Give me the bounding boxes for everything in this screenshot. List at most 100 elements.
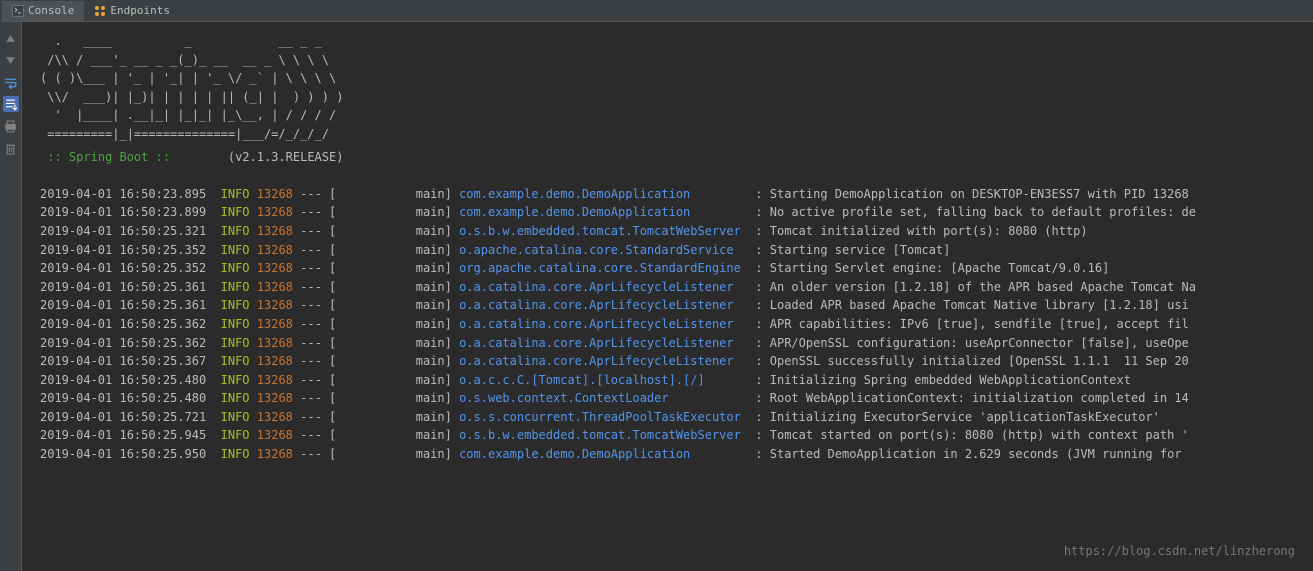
wrap-lines-icon[interactable] (3, 74, 19, 90)
print-icon[interactable] (3, 118, 19, 134)
log-level: INFO (221, 352, 250, 371)
scroll-to-end-icon[interactable] (3, 96, 19, 112)
log-separator: --- [ (293, 352, 416, 371)
log-timestamp: 2019-04-01 16:50:25.361 (40, 296, 206, 315)
log-separator: --- [ (293, 296, 416, 315)
log-logger: o.a.catalina.core.AprLifecycleListener (459, 352, 748, 371)
tab-endpoints-label: Endpoints (110, 4, 170, 17)
spring-boot-version: (v2.1.3.RELEASE) (228, 148, 344, 167)
scroll-up-icon[interactable] (3, 30, 19, 46)
log-message: Started DemoApplication in 2.629 seconds… (770, 445, 1189, 464)
log-logger: org.apache.catalina.core.StandardEngine (459, 259, 748, 278)
log-line: 2019-04-01 16:50:25.362 INFO 13268 --- [… (40, 334, 1303, 353)
log-message: OpenSSL successfully initialized [OpenSS… (770, 352, 1189, 371)
log-logger: o.a.catalina.core.AprLifecycleListener (459, 296, 748, 315)
spring-banner-ascii: . ____ _ __ _ _ /\\ / ___'_ __ _ _(_)_ _… (40, 32, 1303, 144)
log-separator: --- [ (293, 445, 416, 464)
log-message: Initializing Spring embedded WebApplicat… (770, 371, 1131, 390)
log-logger: o.s.b.w.embedded.tomcat.TomcatWebServer (459, 222, 748, 241)
log-pid: 13268 (257, 389, 293, 408)
log-line: 2019-04-01 16:50:25.367 INFO 13268 --- [… (40, 352, 1303, 371)
log-thread: main (416, 352, 445, 371)
log-message: Tomcat started on port(s): 8080 (http) w… (770, 426, 1189, 445)
log-line: 2019-04-01 16:50:25.950 INFO 13268 --- [… (40, 445, 1303, 464)
log-thread: main (416, 371, 445, 390)
tab-endpoints[interactable]: Endpoints (84, 1, 180, 21)
log-separator: --- [ (293, 241, 416, 260)
log-logger: o.a.c.c.C.[Tomcat].[localhost].[/] (459, 371, 748, 390)
log-thread: main (416, 315, 445, 334)
log-line: 2019-04-01 16:50:25.361 INFO 13268 --- [… (40, 296, 1303, 315)
log-timestamp: 2019-04-01 16:50:25.721 (40, 408, 206, 427)
log-thread: main (416, 185, 445, 204)
log-separator: --- [ (293, 334, 416, 353)
scroll-down-icon[interactable] (3, 52, 19, 68)
log-logger: o.s.web.context.ContextLoader (459, 389, 748, 408)
log-message: Tomcat initialized with port(s): 8080 (h… (770, 222, 1088, 241)
log-logger: o.s.s.concurrent.ThreadPoolTaskExecutor (459, 408, 748, 427)
log-message: Starting service [Tomcat] (770, 241, 951, 260)
log-line: 2019-04-01 16:50:25.321 INFO 13268 --- [… (40, 222, 1303, 241)
log-timestamp: 2019-04-01 16:50:25.352 (40, 259, 206, 278)
log-timestamp: 2019-04-01 16:50:25.362 (40, 334, 206, 353)
log-logger: o.s.b.w.embedded.tomcat.TomcatWebServer (459, 426, 748, 445)
log-thread: main (416, 408, 445, 427)
log-thread: main (416, 426, 445, 445)
log-separator: --- [ (293, 203, 416, 222)
log-message: An older version [1.2.18] of the APR bas… (770, 278, 1196, 297)
log-separator: --- [ (293, 389, 416, 408)
log-logger: o.a.catalina.core.AprLifecycleListener (459, 278, 748, 297)
log-separator: --- [ (293, 222, 416, 241)
log-timestamp: 2019-04-01 16:50:25.945 (40, 426, 206, 445)
tab-console-label: Console (28, 4, 74, 17)
log-thread: main (416, 222, 445, 241)
log-pid: 13268 (257, 334, 293, 353)
log-pid: 13268 (257, 371, 293, 390)
log-pid: 13268 (257, 296, 293, 315)
log-line: 2019-04-01 16:50:23.899 INFO 13268 --- [… (40, 203, 1303, 222)
log-message: No active profile set, falling back to d… (770, 203, 1196, 222)
log-timestamp: 2019-04-01 16:50:25.362 (40, 315, 206, 334)
log-separator: --- [ (293, 426, 416, 445)
log-pid: 13268 (257, 352, 293, 371)
blank-line (40, 166, 1303, 185)
log-timestamp: 2019-04-01 16:50:25.480 (40, 371, 206, 390)
log-thread: main (416, 203, 445, 222)
console-output[interactable]: . ____ _ __ _ _ /\\ / ___'_ __ _ _(_)_ _… (22, 22, 1313, 571)
log-level: INFO (221, 445, 250, 464)
log-separator: --- [ (293, 408, 416, 427)
log-line: 2019-04-01 16:50:23.895 INFO 13268 --- [… (40, 185, 1303, 204)
log-thread: main (416, 389, 445, 408)
log-logger: com.example.demo.DemoApplication (459, 203, 748, 222)
log-message: APR/OpenSSL configuration: useAprConnect… (770, 334, 1189, 353)
log-separator: --- [ (293, 315, 416, 334)
log-pid: 13268 (257, 445, 293, 464)
log-thread: main (416, 296, 445, 315)
log-timestamp: 2019-04-01 16:50:23.895 (40, 185, 206, 204)
log-separator: --- [ (293, 371, 416, 390)
log-message: Root WebApplicationContext: initializati… (770, 389, 1189, 408)
log-pid: 13268 (257, 278, 293, 297)
log-timestamp: 2019-04-01 16:50:25.480 (40, 389, 206, 408)
log-line: 2019-04-01 16:50:25.721 INFO 13268 --- [… (40, 408, 1303, 427)
log-level: INFO (221, 315, 250, 334)
log-timestamp: 2019-04-01 16:50:25.352 (40, 241, 206, 260)
log-level: INFO (221, 371, 250, 390)
main-panel: . ____ _ __ _ _ /\\ / ___'_ __ _ _(_)_ _… (0, 22, 1313, 571)
log-level: INFO (221, 334, 250, 353)
log-separator: --- [ (293, 278, 416, 297)
tab-console[interactable]: Console (2, 1, 84, 21)
log-logger: com.example.demo.DemoApplication (459, 185, 748, 204)
clear-icon[interactable] (3, 140, 19, 156)
log-message: Starting DemoApplication on DESKTOP-EN3E… (770, 185, 1189, 204)
log-message: Loaded APR based Apache Tomcat Native li… (770, 296, 1189, 315)
log-pid: 13268 (257, 259, 293, 278)
log-level: INFO (221, 426, 250, 445)
log-logger: o.apache.catalina.core.StandardService (459, 241, 748, 260)
log-level: INFO (221, 259, 250, 278)
spring-boot-label: :: Spring Boot :: (40, 148, 177, 167)
log-pid: 13268 (257, 203, 293, 222)
log-pid: 13268 (257, 426, 293, 445)
log-line: 2019-04-01 16:50:25.362 INFO 13268 --- [… (40, 315, 1303, 334)
log-level: INFO (221, 222, 250, 241)
